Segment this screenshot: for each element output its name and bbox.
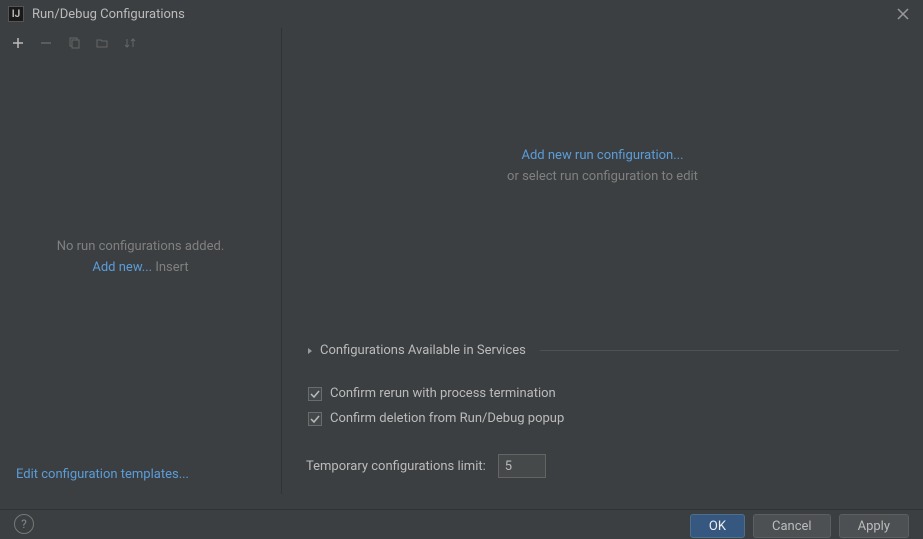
help-icon[interactable]: ? — [14, 514, 34, 534]
confirm-deletion-label: Confirm deletion from Run/Debug popup — [330, 411, 564, 426]
config-toolbar — [0, 28, 281, 58]
copy-icon[interactable] — [64, 33, 84, 53]
confirm-deletion-checkbox[interactable] — [308, 412, 322, 426]
confirm-rerun-checkbox[interactable] — [308, 387, 322, 401]
cancel-button[interactable]: Cancel — [753, 514, 831, 538]
temp-limit-input[interactable] — [498, 454, 546, 478]
confirm-deletion-row: Confirm deletion from Run/Debug popup — [308, 411, 899, 426]
button-bar: ? OK Cancel Apply — [0, 509, 923, 539]
titlebar: IJ Run/Debug Configurations — [0, 0, 923, 28]
add-icon[interactable] — [8, 33, 28, 53]
add-new-config-link[interactable]: Add new run configuration... — [522, 148, 684, 163]
apply-button[interactable]: Apply — [839, 514, 909, 538]
ok-button[interactable]: OK — [690, 514, 745, 538]
separator-line — [540, 350, 899, 351]
add-new-link[interactable]: Add new... — [92, 260, 152, 275]
confirm-rerun-row: Confirm rerun with process termination — [308, 386, 899, 401]
right-top: Add new run configuration... or select r… — [282, 28, 923, 343]
sort-icon[interactable] — [120, 33, 140, 53]
section-title: Configurations Available in Services — [320, 343, 526, 358]
temp-limit-row: Temporary configurations limit: — [306, 454, 899, 478]
temp-limit-label: Temporary configurations limit: — [306, 459, 486, 474]
folder-icon[interactable] — [92, 33, 112, 53]
edit-templates-link[interactable]: Edit configuration templates... — [16, 467, 189, 482]
left-bottom: Edit configuration templates... — [0, 455, 281, 494]
app-icon: IJ — [8, 6, 24, 22]
remove-icon[interactable] — [36, 33, 56, 53]
empty-message: No run configurations added. — [57, 239, 225, 254]
chevron-right-icon — [306, 347, 314, 355]
close-icon[interactable] — [891, 2, 915, 26]
confirm-rerun-label: Confirm rerun with process termination — [330, 386, 556, 401]
right-bottom: Configurations Available in Services Con… — [282, 343, 923, 494]
services-section-header[interactable]: Configurations Available in Services — [306, 343, 899, 358]
empty-state: No run configurations added. Add new... … — [0, 58, 281, 455]
or-select-text: or select run configuration to edit — [507, 169, 698, 184]
main-area: No run configurations added. Add new... … — [0, 28, 923, 494]
right-panel: Add new run configuration... or select r… — [282, 28, 923, 494]
add-new-hint: Insert — [155, 260, 188, 275]
left-panel: No run configurations added. Add new... … — [0, 28, 282, 494]
window-title: Run/Debug Configurations — [32, 7, 891, 22]
empty-hint: Add new... Insert — [92, 260, 188, 275]
